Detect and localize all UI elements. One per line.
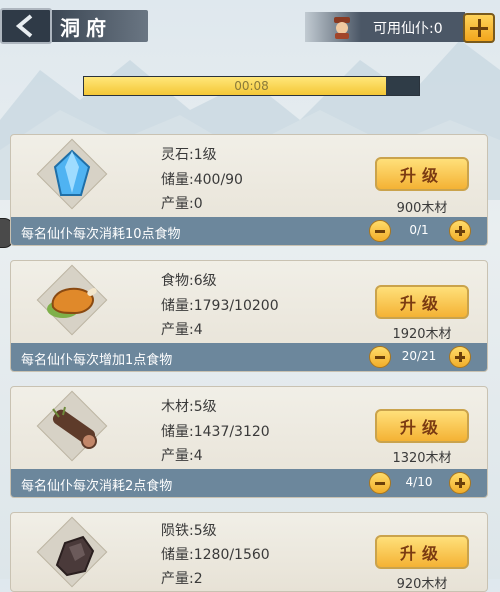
available-workers-label: 可用仙仆:0 bbox=[373, 21, 443, 37]
building-storage: 储量:1280/1560 bbox=[161, 547, 270, 563]
building-storage: 储量:1437/3120 bbox=[161, 424, 270, 440]
increase-worker-button[interactable] bbox=[449, 346, 471, 368]
increase-worker-button[interactable] bbox=[449, 220, 471, 242]
upgrade-button[interactable]: 升级 bbox=[375, 285, 469, 319]
add-worker-button[interactable] bbox=[463, 13, 495, 43]
worker-avatar-icon bbox=[334, 17, 350, 39]
building-level: 食物:6级 bbox=[161, 273, 217, 289]
back-button[interactable] bbox=[0, 8, 52, 44]
upgrade-cost: 1920木材 bbox=[392, 327, 452, 342]
log-icon bbox=[39, 395, 105, 457]
footer-description: 每名仙仆每次消耗10点食物 bbox=[21, 227, 181, 242]
chevron-left-icon bbox=[15, 14, 33, 38]
page-title-bar: 洞府 bbox=[52, 10, 148, 42]
footer-description: 每名仙仆每次增加1点食物 bbox=[21, 353, 173, 368]
upgrade-button[interactable]: 升级 bbox=[375, 157, 469, 191]
timer-text: 00:08 bbox=[234, 79, 269, 93]
worker-count: 0/1 bbox=[409, 223, 429, 237]
building-card-spirit-stone: 灵石:1级 储量:400/90 产量:0 升级 900木材 每名仙仆每次消耗10… bbox=[10, 134, 488, 246]
available-workers-bar: 可用仙仆:0 bbox=[305, 12, 465, 42]
timer-bar: 00:08 bbox=[83, 76, 420, 96]
ore-icon bbox=[39, 521, 105, 583]
building-output: 产量:4 bbox=[161, 322, 203, 338]
upgrade-cost: 920木材 bbox=[396, 577, 448, 592]
crystal-icon bbox=[39, 143, 105, 205]
building-level: 木材:5级 bbox=[161, 399, 217, 415]
upgrade-cost: 900木材 bbox=[396, 201, 448, 216]
upgrade-button[interactable]: 升级 bbox=[375, 409, 469, 443]
card-footer: 每名仙仆每次消耗10点食物 0/1 bbox=[11, 217, 487, 245]
card-footer: 每名仙仆每次增加1点食物 20/21 bbox=[11, 343, 487, 371]
building-storage: 储量:400/90 bbox=[161, 172, 243, 188]
decrease-worker-button[interactable] bbox=[369, 346, 391, 368]
upgrade-button[interactable]: 升级 bbox=[375, 535, 469, 569]
decrease-worker-button[interactable] bbox=[369, 472, 391, 494]
worker-count: 4/10 bbox=[405, 475, 433, 489]
card-footer: 每名仙仆每次消耗2点食物 4/10 bbox=[11, 469, 487, 497]
meat-icon bbox=[39, 269, 105, 331]
building-output: 产量:4 bbox=[161, 448, 203, 464]
page-title: 洞府 bbox=[60, 15, 112, 40]
building-output: 产量:0 bbox=[161, 196, 203, 212]
building-card-meteorite-iron: 陨铁:5级 储量:1280/1560 产量:2 升级 920木材 bbox=[10, 512, 488, 592]
building-level: 灵石:1级 bbox=[161, 147, 217, 163]
footer-description: 每名仙仆每次消耗2点食物 bbox=[21, 479, 173, 494]
building-level: 陨铁:5级 bbox=[161, 523, 217, 539]
upgrade-cost: 1320木材 bbox=[392, 451, 452, 466]
building-storage: 储量:1793/10200 bbox=[161, 298, 279, 314]
building-output: 产量:2 bbox=[161, 571, 203, 587]
increase-worker-button[interactable] bbox=[449, 472, 471, 494]
worker-count: 20/21 bbox=[401, 349, 437, 363]
building-card-food: 食物:6级 储量:1793/10200 产量:4 升级 1920木材 每名仙仆每… bbox=[10, 260, 488, 372]
decrease-worker-button[interactable] bbox=[369, 220, 391, 242]
building-card-wood: 木材:5级 储量:1437/3120 产量:4 升级 1320木材 每名仙仆每次… bbox=[10, 386, 488, 498]
